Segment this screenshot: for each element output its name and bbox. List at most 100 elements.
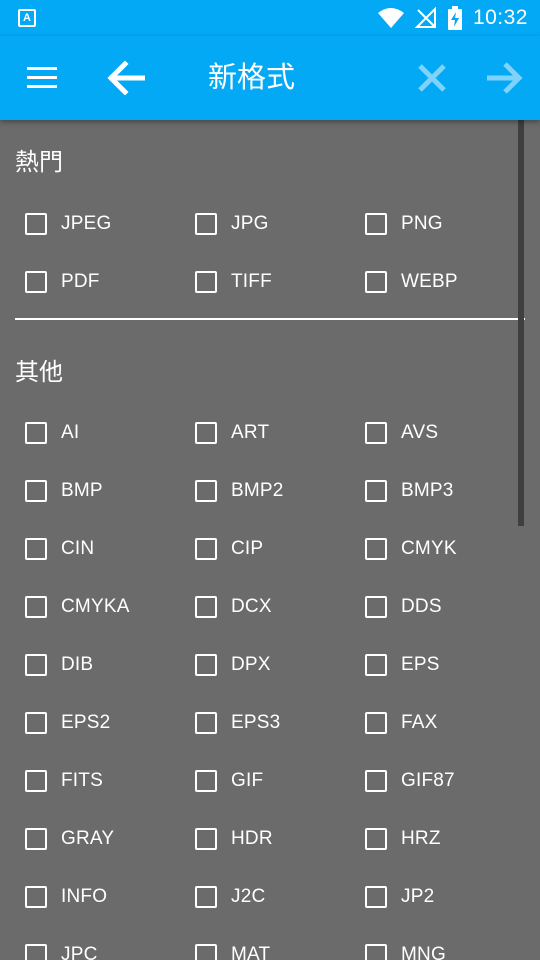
checkbox[interactable]	[25, 770, 47, 792]
checkbox[interactable]	[195, 538, 217, 560]
status-bar: A 10:32	[0, 0, 540, 36]
format-option-jp2[interactable]: JP2	[365, 877, 434, 917]
format-option-jpg[interactable]: JPG	[195, 204, 269, 244]
format-option-hrz[interactable]: HRZ	[365, 819, 441, 859]
checkbox[interactable]	[25, 712, 47, 734]
checkbox[interactable]	[365, 828, 387, 850]
checkbox[interactable]	[365, 886, 387, 908]
format-option-cip[interactable]: CIP	[195, 529, 263, 569]
section-divider	[15, 318, 525, 320]
checkbox[interactable]	[25, 480, 47, 502]
forward-arrow-icon[interactable]	[482, 36, 526, 120]
format-label: WEBP	[401, 271, 458, 292]
format-option-dcx[interactable]: DCX	[195, 587, 272, 627]
status-icons: 10:32	[377, 0, 528, 36]
format-label: ART	[231, 422, 270, 443]
format-option-bmp3[interactable]: BMP3	[365, 471, 454, 511]
checkbox[interactable]	[195, 480, 217, 502]
format-option-bmp2[interactable]: BMP2	[195, 471, 284, 511]
checkbox[interactable]	[25, 886, 47, 908]
format-option-hdr[interactable]: HDR	[195, 819, 273, 859]
format-option-png[interactable]: PNG	[365, 204, 443, 244]
format-label: FITS	[61, 770, 103, 791]
format-option-art[interactable]: ART	[195, 413, 269, 453]
no-signal-icon	[414, 7, 436, 28]
format-label: MAT	[231, 944, 271, 960]
format-option-pdf[interactable]: PDF	[25, 262, 100, 302]
format-option-j2c[interactable]: J2C	[195, 877, 265, 917]
format-option-eps3[interactable]: EPS3	[195, 703, 280, 743]
checkbox[interactable]	[365, 271, 387, 293]
format-option-cmyk[interactable]: CMYK	[365, 529, 457, 569]
format-option-fits[interactable]: FITS	[25, 761, 103, 801]
checkbox[interactable]	[195, 422, 217, 444]
format-option-eps2[interactable]: EPS2	[25, 703, 110, 743]
format-option-ai[interactable]: AI	[25, 413, 79, 453]
checkbox[interactable]	[25, 538, 47, 560]
format-option-cmyka[interactable]: CMYKA	[25, 587, 130, 627]
format-option-info[interactable]: INFO	[25, 877, 107, 917]
format-label: CIP	[231, 538, 264, 559]
checkbox[interactable]	[365, 213, 387, 235]
checkbox[interactable]	[195, 213, 217, 235]
format-option-gray[interactable]: GRAY	[25, 819, 114, 859]
format-label: DPX	[231, 654, 271, 675]
format-label: GRAY	[61, 828, 115, 849]
format-label: MNG	[401, 944, 446, 960]
checkbox[interactable]	[195, 271, 217, 293]
format-option-dds[interactable]: DDS	[365, 587, 442, 627]
app-notification-icon: A	[18, 9, 36, 27]
battery-charging-icon	[447, 6, 462, 30]
menu-icon[interactable]	[24, 36, 60, 120]
format-option-jpeg[interactable]: JPEG	[25, 204, 111, 244]
format-option-bmp[interactable]: BMP	[25, 471, 103, 511]
format-option-gif[interactable]: GIF	[195, 761, 263, 801]
checkbox[interactable]	[25, 654, 47, 676]
wifi-icon	[377, 8, 404, 28]
format-option-mng[interactable]: MNG	[365, 935, 446, 960]
checkbox[interactable]	[195, 886, 217, 908]
checkbox[interactable]	[365, 944, 387, 960]
close-icon[interactable]	[412, 36, 452, 120]
format-label: JP2	[401, 886, 435, 907]
checkbox[interactable]	[195, 770, 217, 792]
format-option-dpx[interactable]: DPX	[195, 645, 271, 685]
checkbox[interactable]	[25, 213, 47, 235]
checkbox[interactable]	[25, 422, 47, 444]
checkbox[interactable]	[365, 596, 387, 618]
format-label: AVS	[401, 422, 439, 443]
format-label: GIF87	[401, 770, 455, 791]
checkbox[interactable]	[365, 654, 387, 676]
checkbox[interactable]	[195, 596, 217, 618]
checkbox[interactable]	[25, 944, 47, 960]
back-arrow-icon[interactable]	[104, 36, 148, 120]
checkbox[interactable]	[365, 538, 387, 560]
format-option-dib[interactable]: DIB	[25, 645, 93, 685]
format-option-fax[interactable]: FAX	[365, 703, 438, 743]
format-option-jpc[interactable]: JPC	[25, 935, 98, 960]
checkbox[interactable]	[365, 712, 387, 734]
format-option-webp[interactable]: WEBP	[365, 262, 458, 302]
checkbox[interactable]	[195, 944, 217, 960]
checkbox[interactable]	[195, 712, 217, 734]
format-option-tiff[interactable]: TIFF	[195, 262, 272, 302]
checkbox[interactable]	[365, 422, 387, 444]
checkbox[interactable]	[365, 480, 387, 502]
checkbox[interactable]	[25, 596, 47, 618]
format-label: AI	[61, 422, 80, 443]
format-option-eps[interactable]: EPS	[365, 645, 440, 685]
format-list[interactable]: 熱門 JPEG JPG PNG PDF TIFF WEBP 其他 AI ART AVS BMP B…	[0, 120, 540, 960]
checkbox[interactable]	[365, 770, 387, 792]
format-option-mat[interactable]: MAT	[195, 935, 270, 960]
format-label: HRZ	[401, 828, 441, 849]
checkbox[interactable]	[25, 271, 47, 293]
format-label: PDF	[61, 271, 100, 292]
format-option-avs[interactable]: AVS	[365, 413, 438, 453]
scrollbar-thumb[interactable]	[518, 120, 524, 526]
checkbox[interactable]	[195, 654, 217, 676]
checkbox[interactable]	[25, 828, 47, 850]
format-option-gif87[interactable]: GIF87	[365, 761, 455, 801]
checkbox[interactable]	[195, 828, 217, 850]
format-option-cin[interactable]: CIN	[25, 529, 94, 569]
format-label: PNG	[401, 213, 443, 234]
